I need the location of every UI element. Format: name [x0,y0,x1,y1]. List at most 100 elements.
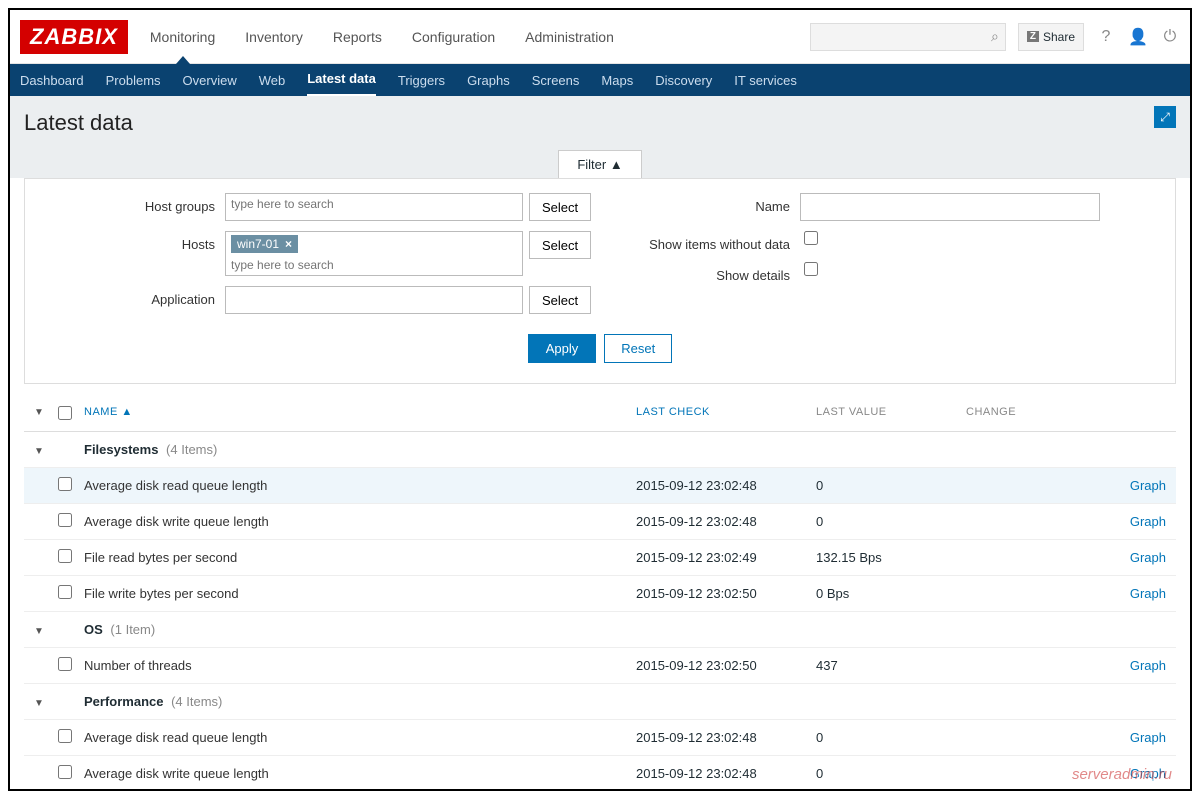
group-count: (1 Item) [107,622,155,637]
item-last-check: 2015-09-12 23:02:48 [636,514,816,529]
name-label: Name [600,193,800,214]
show-without-data-checkbox[interactable] [804,231,818,245]
item-checkbox[interactable] [58,585,72,599]
graph-link[interactable]: Graph [1116,658,1166,673]
sub-nav: Dashboard Problems Overview Web Latest d… [10,64,1190,96]
item-last-check: 2015-09-12 23:02:50 [636,658,816,673]
subnav-screens[interactable]: Screens [532,65,580,96]
application-label: Application [85,286,225,307]
collapse-icon[interactable]: ▼ [34,446,44,457]
graph-link[interactable]: Graph [1116,730,1166,745]
host-tag[interactable]: win7-01× [231,235,298,253]
subnav-dashboard[interactable]: Dashboard [20,65,84,96]
hosts-select-button[interactable]: Select [529,231,591,259]
group-name: Filesystems [84,442,158,457]
graph-link[interactable]: Graph [1116,514,1166,529]
col-name[interactable]: NAME ▲ [84,406,636,423]
subnav-graphs[interactable]: Graphs [467,65,510,96]
group-count: (4 Items) [162,442,217,457]
col-last-value: LAST VALUE [816,406,966,423]
item-name: File read bytes per second [84,550,636,565]
subnav-latest-data[interactable]: Latest data [307,63,376,97]
item-name: Average disk read queue length [84,730,636,745]
col-last-check[interactable]: LAST CHECK [636,406,816,423]
hosts-field[interactable] [231,258,517,272]
item-row: Average disk write queue length2015-09-1… [24,504,1176,540]
subnav-it-services[interactable]: IT services [734,65,797,96]
item-row: Average disk write queue length2015-09-1… [24,756,1176,791]
search-icon[interactable]: ⌕ [991,28,999,45]
application-select-button[interactable]: Select [529,286,591,314]
item-name: Average disk write queue length [84,766,636,781]
item-last-check: 2015-09-12 23:02:49 [636,550,816,565]
graph-link[interactable]: Graph [1116,586,1166,601]
search-box[interactable]: ⌕ [810,23,1006,51]
filter-tab-row: Filter ▲ [24,150,1176,178]
page-title: Latest data [24,110,1176,136]
filter-panel: Host groups Select Hosts win7-01× Select… [24,178,1176,384]
nav-inventory[interactable]: Inventory [245,11,303,63]
group-count: (4 Items) [167,694,222,709]
name-input[interactable] [800,193,1100,221]
group-row: ▼OS (1 Item) [24,612,1176,648]
item-checkbox[interactable] [58,657,72,671]
hosts-input[interactable]: win7-01× [225,231,523,276]
topbar: ZABBIX Monitoring Inventory Reports Conf… [10,10,1190,64]
application-field[interactable] [231,290,517,304]
host-tag-remove-icon[interactable]: × [285,237,292,251]
apply-button[interactable]: Apply [528,334,597,363]
collapse-icon[interactable]: ▼ [34,698,44,709]
item-checkbox[interactable] [58,549,72,563]
item-checkbox[interactable] [58,729,72,743]
application-input[interactable] [225,286,523,314]
collapse-icon[interactable]: ▼ [34,626,44,637]
help-icon[interactable]: ? [1096,28,1116,46]
nav-reports[interactable]: Reports [333,11,382,63]
subnav-web[interactable]: Web [259,65,286,96]
item-name: File write bytes per second [84,586,636,601]
search-input[interactable] [817,30,991,44]
power-icon[interactable]: ⏻ [1160,28,1180,46]
show-details-checkbox[interactable] [804,262,818,276]
filter-toggle[interactable]: Filter ▲ [558,150,641,178]
name-field[interactable] [806,197,1094,211]
item-row: Number of threads2015-09-12 23:02:50437G… [24,648,1176,684]
user-icon[interactable]: 👤 [1128,27,1148,47]
show-without-data-label: Show items without data [600,231,800,252]
main-nav: Monitoring Inventory Reports Configurati… [150,11,614,63]
item-row: File read bytes per second2015-09-12 23:… [24,540,1176,576]
graph-link[interactable]: Graph [1116,766,1166,781]
item-checkbox[interactable] [58,765,72,779]
host-groups-field[interactable] [231,197,517,211]
item-last-check: 2015-09-12 23:02:50 [636,586,816,601]
host-groups-select-button[interactable]: Select [529,193,591,221]
subnav-problems[interactable]: Problems [106,65,161,96]
subnav-discovery[interactable]: Discovery [655,65,712,96]
item-last-check: 2015-09-12 23:02:48 [636,766,816,781]
nav-monitoring[interactable]: Monitoring [150,11,215,63]
subnav-overview[interactable]: Overview [183,65,237,96]
nav-configuration[interactable]: Configuration [412,11,495,63]
select-all-checkbox[interactable] [58,406,72,420]
logo: ZABBIX [20,20,128,54]
show-details-label: Show details [600,262,800,283]
page-header: Latest data ⤢ Filter ▲ [10,96,1190,178]
subnav-triggers[interactable]: Triggers [398,65,445,96]
subnav-maps[interactable]: Maps [601,65,633,96]
graph-link[interactable]: Graph [1116,478,1166,493]
top-right: ⌕ ZShare ? 👤 ⏻ [810,23,1180,51]
fullscreen-button[interactable]: ⤢ [1154,106,1176,128]
graph-link[interactable]: Graph [1116,550,1166,565]
share-button[interactable]: ZShare [1018,23,1084,51]
host-groups-input[interactable] [225,193,523,221]
item-checkbox[interactable] [58,477,72,491]
item-row: Average disk read queue length2015-09-12… [24,720,1176,756]
collapse-all-icon[interactable]: ▼ [34,407,44,418]
group-name: Performance [84,694,163,709]
data-table: ▼ NAME ▲ LAST CHECK LAST VALUE CHANGE ▼F… [24,398,1176,791]
item-row: Average disk read queue length2015-09-12… [24,468,1176,504]
item-checkbox[interactable] [58,513,72,527]
nav-administration[interactable]: Administration [525,11,614,63]
reset-button[interactable]: Reset [604,334,672,363]
item-last-value: 437 [816,658,966,673]
